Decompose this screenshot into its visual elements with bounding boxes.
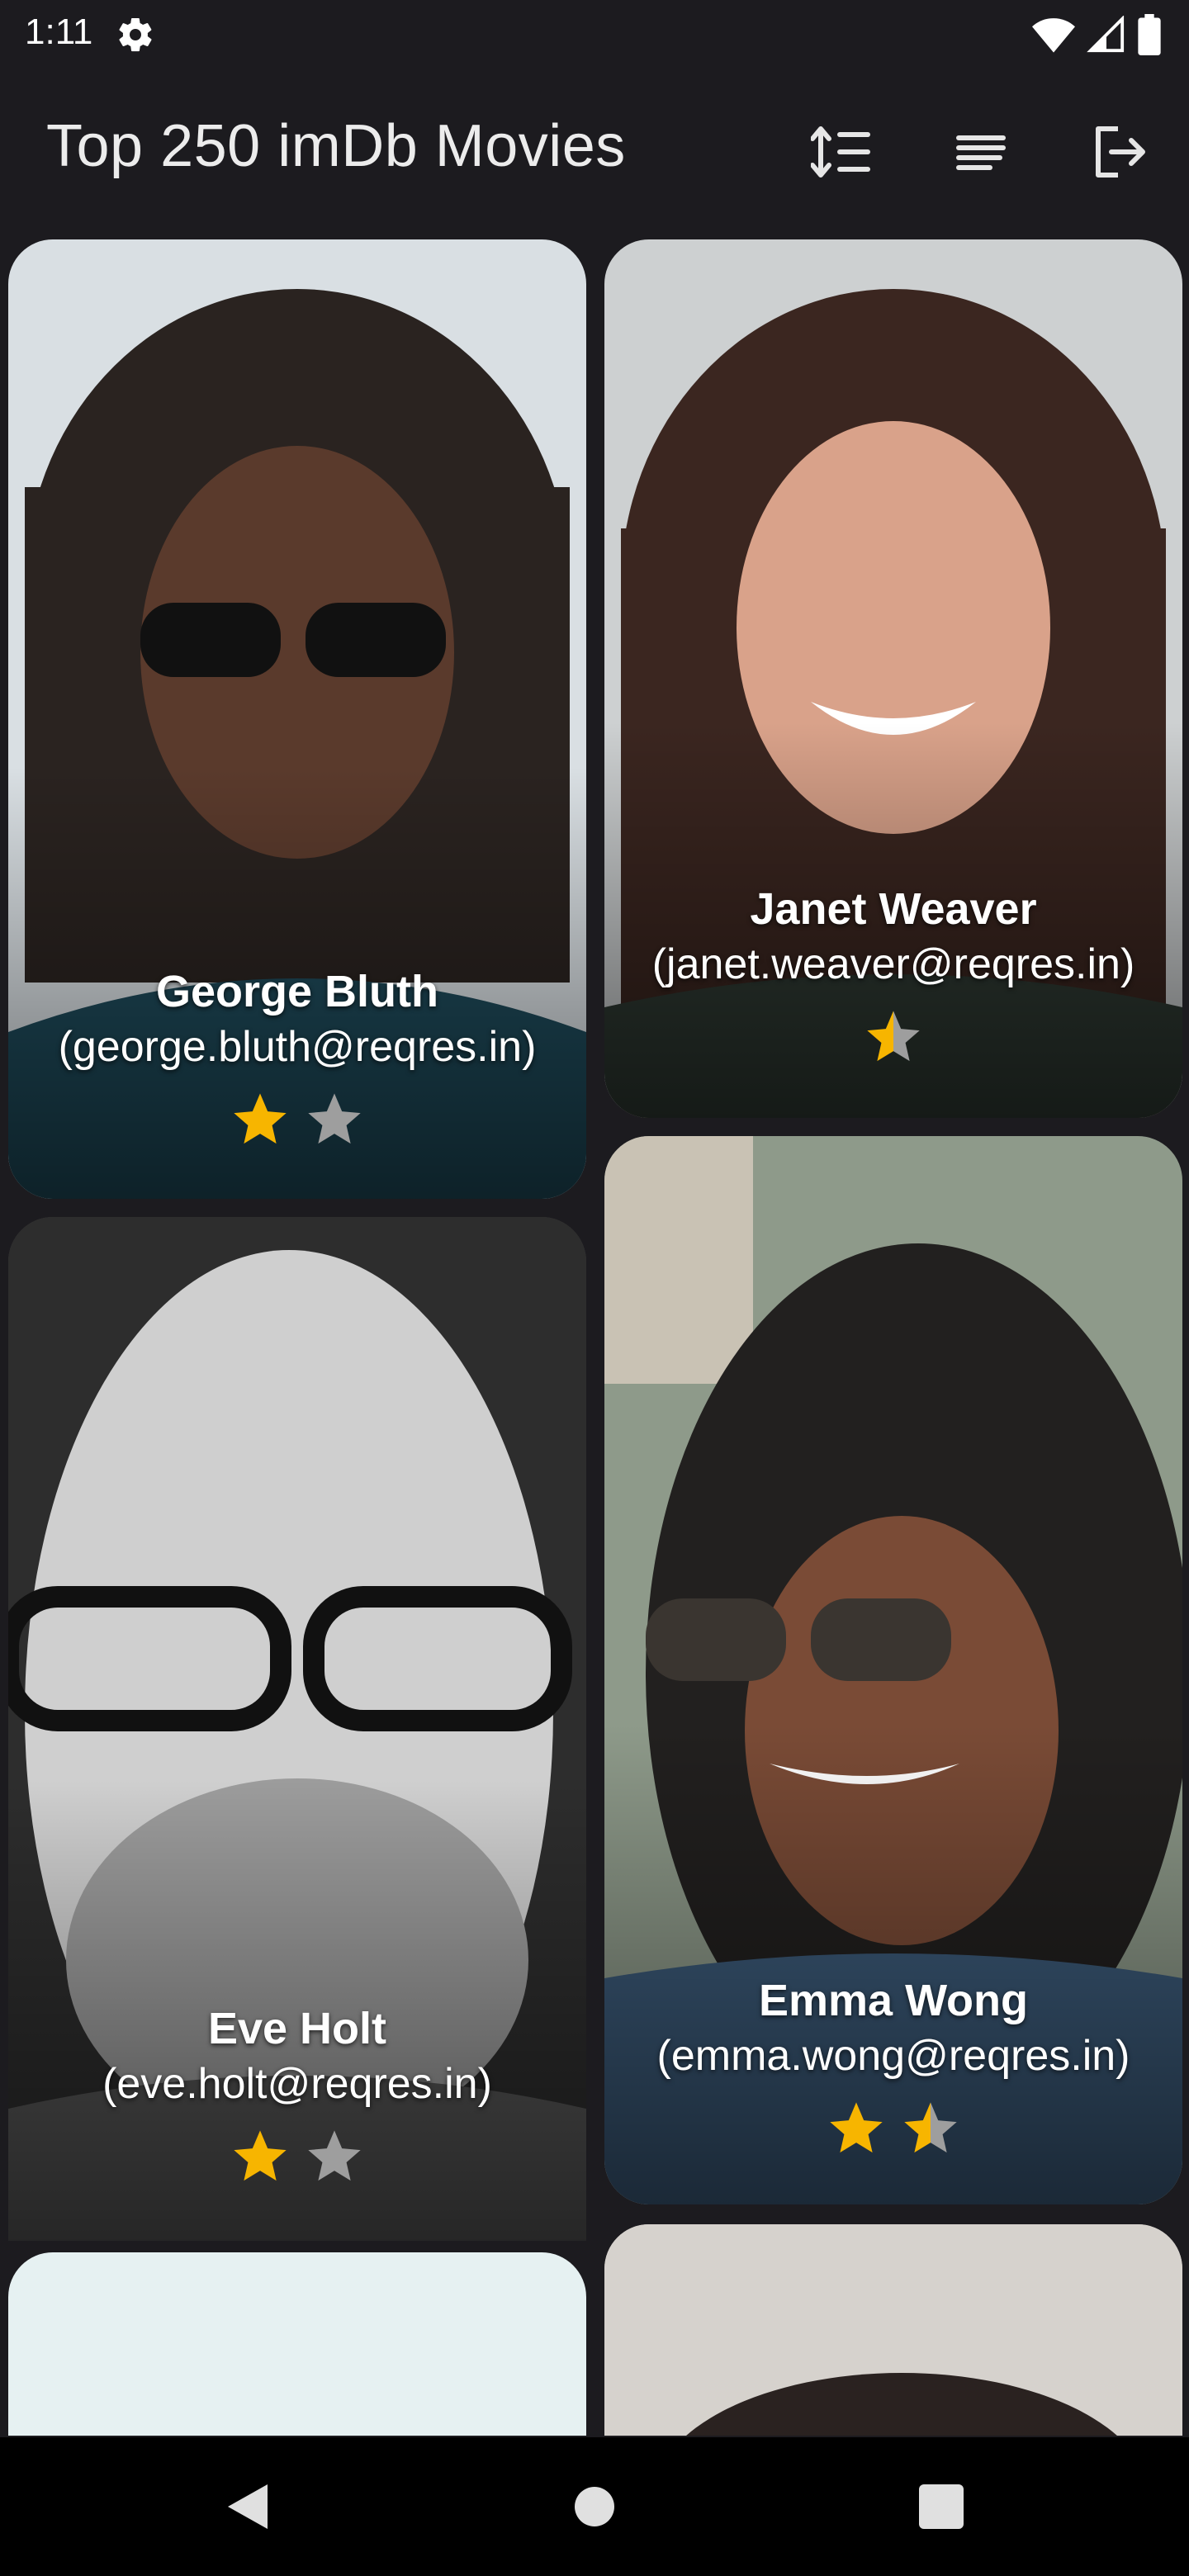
star-empty-icon <box>308 2130 361 2181</box>
signal-icon <box>1087 16 1125 53</box>
sort-button[interactable] <box>789 112 895 192</box>
filter-list-icon <box>956 135 1006 170</box>
app-bar-actions <box>789 112 1172 192</box>
page-title: Top 250 imDb Movies <box>46 113 626 179</box>
star-half-icon <box>904 2102 957 2153</box>
filter-button[interactable] <box>928 112 1034 192</box>
star-filled-icon <box>234 2130 287 2181</box>
profile-email: (janet.weaver@reqres.in) <box>651 940 1135 988</box>
card-info: George Bluth (george.bluth@reqres.in) <box>8 966 586 1151</box>
system-nav-bar <box>0 2437 1189 2576</box>
rating-stars <box>8 2125 586 2188</box>
status-time: 1:11 <box>25 12 93 52</box>
profile-name: Janet Weaver <box>750 884 1037 934</box>
star-empty-icon <box>308 1093 361 1144</box>
app-bar: Top 250 imDb Movies <box>0 69 1189 231</box>
profile-name: Eve Holt <box>207 2004 387 2053</box>
profile-email: (george.bluth@reqres.in) <box>58 1023 537 1071</box>
sort-icon <box>811 126 870 178</box>
profile-name: Emma Wong <box>758 1976 1029 2025</box>
card-info: Janet Weaver (janet.weaver@reqres.in) <box>604 883 1182 1068</box>
profile-email: (eve.holt@reqres.in) <box>102 2060 492 2108</box>
profile-card[interactable]: George Bluth (george.bluth@reqres.in) <box>8 239 586 1199</box>
profile-card[interactable] <box>8 2252 586 2436</box>
profile-photo <box>604 2224 1182 2436</box>
profile-card[interactable] <box>604 2224 1182 2436</box>
card-info: Eve Holt (eve.holt@reqres.in) <box>8 2003 586 2188</box>
recents-icon[interactable] <box>912 2477 971 2536</box>
star-half-icon <box>867 1011 920 1062</box>
rating-stars <box>604 1006 1182 1068</box>
settings-gear-icon <box>119 18 152 52</box>
rating-stars <box>604 2097 1182 2160</box>
profile-card[interactable]: Emma Wong (emma.wong@reqres.in) <box>604 1136 1182 2204</box>
profile-name: George Bluth <box>155 967 438 1016</box>
home-icon[interactable] <box>565 2477 624 2536</box>
logout-button[interactable] <box>1067 112 1172 192</box>
star-filled-icon <box>234 1093 287 1144</box>
card-info: Emma Wong (emma.wong@reqres.in) <box>604 1975 1182 2160</box>
profile-card[interactable]: Eve Holt (eve.holt@reqres.in) <box>8 1217 586 2241</box>
profile-email: (emma.wong@reqres.in) <box>656 2032 1130 2080</box>
movie-grid[interactable]: George Bluth (george.bluth@reqres.in) Ja… <box>0 239 1189 2436</box>
battery-icon <box>1138 14 1161 55</box>
profile-card[interactable]: Janet Weaver (janet.weaver@reqres.in) <box>604 239 1182 1118</box>
star-filled-icon <box>830 2102 883 2153</box>
logout-icon <box>1096 126 1145 178</box>
wifi-icon <box>1032 18 1075 53</box>
back-icon[interactable] <box>218 2477 277 2536</box>
rating-stars <box>8 1088 586 1151</box>
status-bar: 1:11 <box>0 0 1189 69</box>
